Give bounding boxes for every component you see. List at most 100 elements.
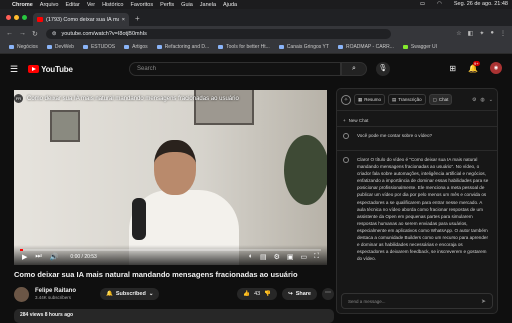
page-icon [156,45,162,49]
next-icon[interactable]: ⏭ [35,253,41,261]
bookmark-item[interactable]: Canais Gringos YT [278,44,329,50]
folder-icon [9,45,14,49]
volume-icon[interactable]: 🔊 [50,253,59,261]
microphone-icon: 🎙 [378,65,388,72]
youtube-logo[interactable]: YouTube [28,65,73,74]
bookmark-label: DevWeb [54,44,74,50]
thumbs-up-icon[interactable]: 👍 [243,291,250,297]
subscribe-label: Subscribed [115,291,146,297]
youtube-play-logo-icon [28,65,40,73]
video-title: Como deixar sua IA mais natural mandando… [14,270,298,279]
like-dislike-button[interactable]: 👍 43 👎 [237,288,278,300]
thumbs-down-icon[interactable]: 👎 [264,291,271,297]
channel-row: Felipe Raitano 3.44K subscribers 🔔 Subsc… [14,284,334,304]
play-icon[interactable]: ▶ [22,253,27,261]
new-chat-label: New Chat [348,118,369,123]
create-video-icon[interactable]: ⊞ [449,64,456,73]
forward-icon[interactable]: → [19,30,26,38]
menu-item[interactable]: Arquivo [40,2,59,8]
browser-tab-active[interactable]: (1793) Como deixar sua IA mais × [33,13,129,26]
chrome-menu-icon[interactable]: ⋮ [500,30,506,37]
bookmarks-bar: Negócios DevWeb ESTUDOS Artigos Refactor… [0,41,512,54]
menu-app-name[interactable]: Chrome [12,2,33,8]
settings-gear-icon[interactable]: ⚙ [274,253,280,261]
profile-icon[interactable]: ● [490,30,494,37]
chat-message-input[interactable]: Send a message... ➤ [341,293,493,309]
battery-icon[interactable]: ▭ [420,1,425,7]
bookmark-item[interactable]: Tools for better Ht... [218,44,270,50]
globe-icon[interactable]: ◍ [480,97,484,103]
menu-item[interactable]: Histórico [102,2,123,8]
bookmark-item[interactable]: DevWeb [46,44,74,50]
address-bar[interactable]: ⊜ youtube.com/watch?v=I8otjB0mhIs [45,28,391,39]
close-window-button[interactable] [6,15,11,20]
video-player[interactable] [14,90,327,265]
bell-icon: 🔔 [106,291,113,297]
plus-icon: + [343,118,346,123]
channel-avatar[interactable] [14,286,29,302]
user-avatar[interactable]: ◉ [490,62,502,74]
notifications-button[interactable]: 🔔 9+ [468,60,480,73]
miniplayer-icon[interactable]: ▣ [287,253,294,261]
bookmark-item[interactable]: Negócios [9,44,38,50]
url-text: youtube.com/watch?v=I8otjB0mhIs [61,30,147,37]
youtube-favicon-icon [37,17,43,22]
bookmark-star-icon[interactable]: ☆ [456,30,461,37]
menu-item[interactable]: Janela [200,2,216,8]
menu-item[interactable]: Editar [65,2,79,8]
menu-item[interactable]: Perfis [160,2,174,8]
new-tab-icon[interactable]: + [135,14,140,23]
ai-chat-panel: ✧ ▦ Resumo ▤ Transcrição ▢ Chat ⚙ ◍ ⌄ + New… [336,88,498,314]
chevron-down-icon[interactable]: ⌄ [489,97,493,103]
menu-item[interactable]: Favoritos [130,2,153,8]
close-tab-icon[interactable]: × [122,17,125,23]
minimize-window-button[interactable] [14,15,19,20]
hamburger-menu-icon[interactable]: ☰ [10,64,18,75]
captions-icon[interactable]: ▤ [260,253,267,261]
tab-label: Transcrição [398,97,422,102]
new-chat-button[interactable]: + New Chat [337,115,497,127]
more-horizontal-icon: ⋯ [325,290,331,296]
subscribe-button[interactable]: 🔔 Subscribed ⌄ [100,288,160,300]
settings-icon[interactable]: ⚙ [472,97,476,103]
back-icon[interactable]: ← [6,30,13,38]
voice-search-button[interactable]: 🎙 [376,62,390,76]
overlay-title-text: Como deixar sua IA mais natural mandando… [27,95,239,102]
bookmark-item[interactable]: Refactoring and D... [156,44,209,50]
search-input[interactable]: Search [129,62,341,76]
bookmark-item[interactable]: Artigos [124,44,148,50]
bookmark-item[interactable]: ROADMAP - CARR... [337,44,394,50]
progress-bar[interactable] [20,249,321,251]
tab-resumo[interactable]: ▦ Resumo [354,94,386,105]
fullscreen-icon[interactable]: ⛶ [314,253,319,261]
views-and-date: 284 views 8 hours ago [20,312,74,318]
site-info-icon[interactable]: ⊜ [52,31,57,37]
more-actions-button[interactable]: ⋯ [322,288,334,300]
extension-icon[interactable]: ◧ [468,30,474,37]
video-frame-person-head [154,140,196,195]
wifi-icon[interactable]: ◠ [437,1,442,7]
user-message-text: Você pode me contar sobre o vídeo? [357,133,433,138]
zoom-window-button[interactable] [22,15,27,20]
reload-icon[interactable]: ↻ [32,30,38,38]
assistant-message-text: Claro! O título do vídeo é "Como deixar … [357,157,489,262]
bookmark-label: ESTUDOS [90,44,116,50]
menu-item[interactable]: Ver [87,2,95,8]
bookmark-item[interactable]: ESTUDOS [82,44,116,50]
description-box[interactable]: 284 views 8 hours ago [14,309,334,323]
menu-datetime[interactable]: Seg. 26 de ago. 21:48 [454,1,508,7]
tab-chat[interactable]: ▢ Chat [428,94,453,105]
share-button[interactable]: ↪ Share [282,288,317,300]
send-icon[interactable]: ➤ [481,298,486,305]
extensions-puzzle-icon[interactable]: ✦ [479,30,484,37]
menu-item[interactable]: Ajuda [223,2,237,8]
player-controls: ▶ ⏭ 🔊 0:00 / 20:53 ◐ ▤ ⚙ ▣ ▭ ⛶ [14,245,327,265]
video-overlay-title[interactable]: FR Como deixar sua IA mais natural manda… [14,94,239,103]
theater-mode-icon[interactable]: ▭ [300,253,307,261]
menu-item[interactable]: Guia [181,2,193,8]
autoplay-toggle-icon[interactable]: ◐ [249,253,253,261]
bookmark-item[interactable]: Swagger UI [402,44,437,50]
channel-name[interactable]: Felipe Raitano [35,288,76,294]
search-button[interactable]: ⌕ [341,62,367,76]
tab-transcricao[interactable]: ▤ Transcrição [388,94,426,105]
